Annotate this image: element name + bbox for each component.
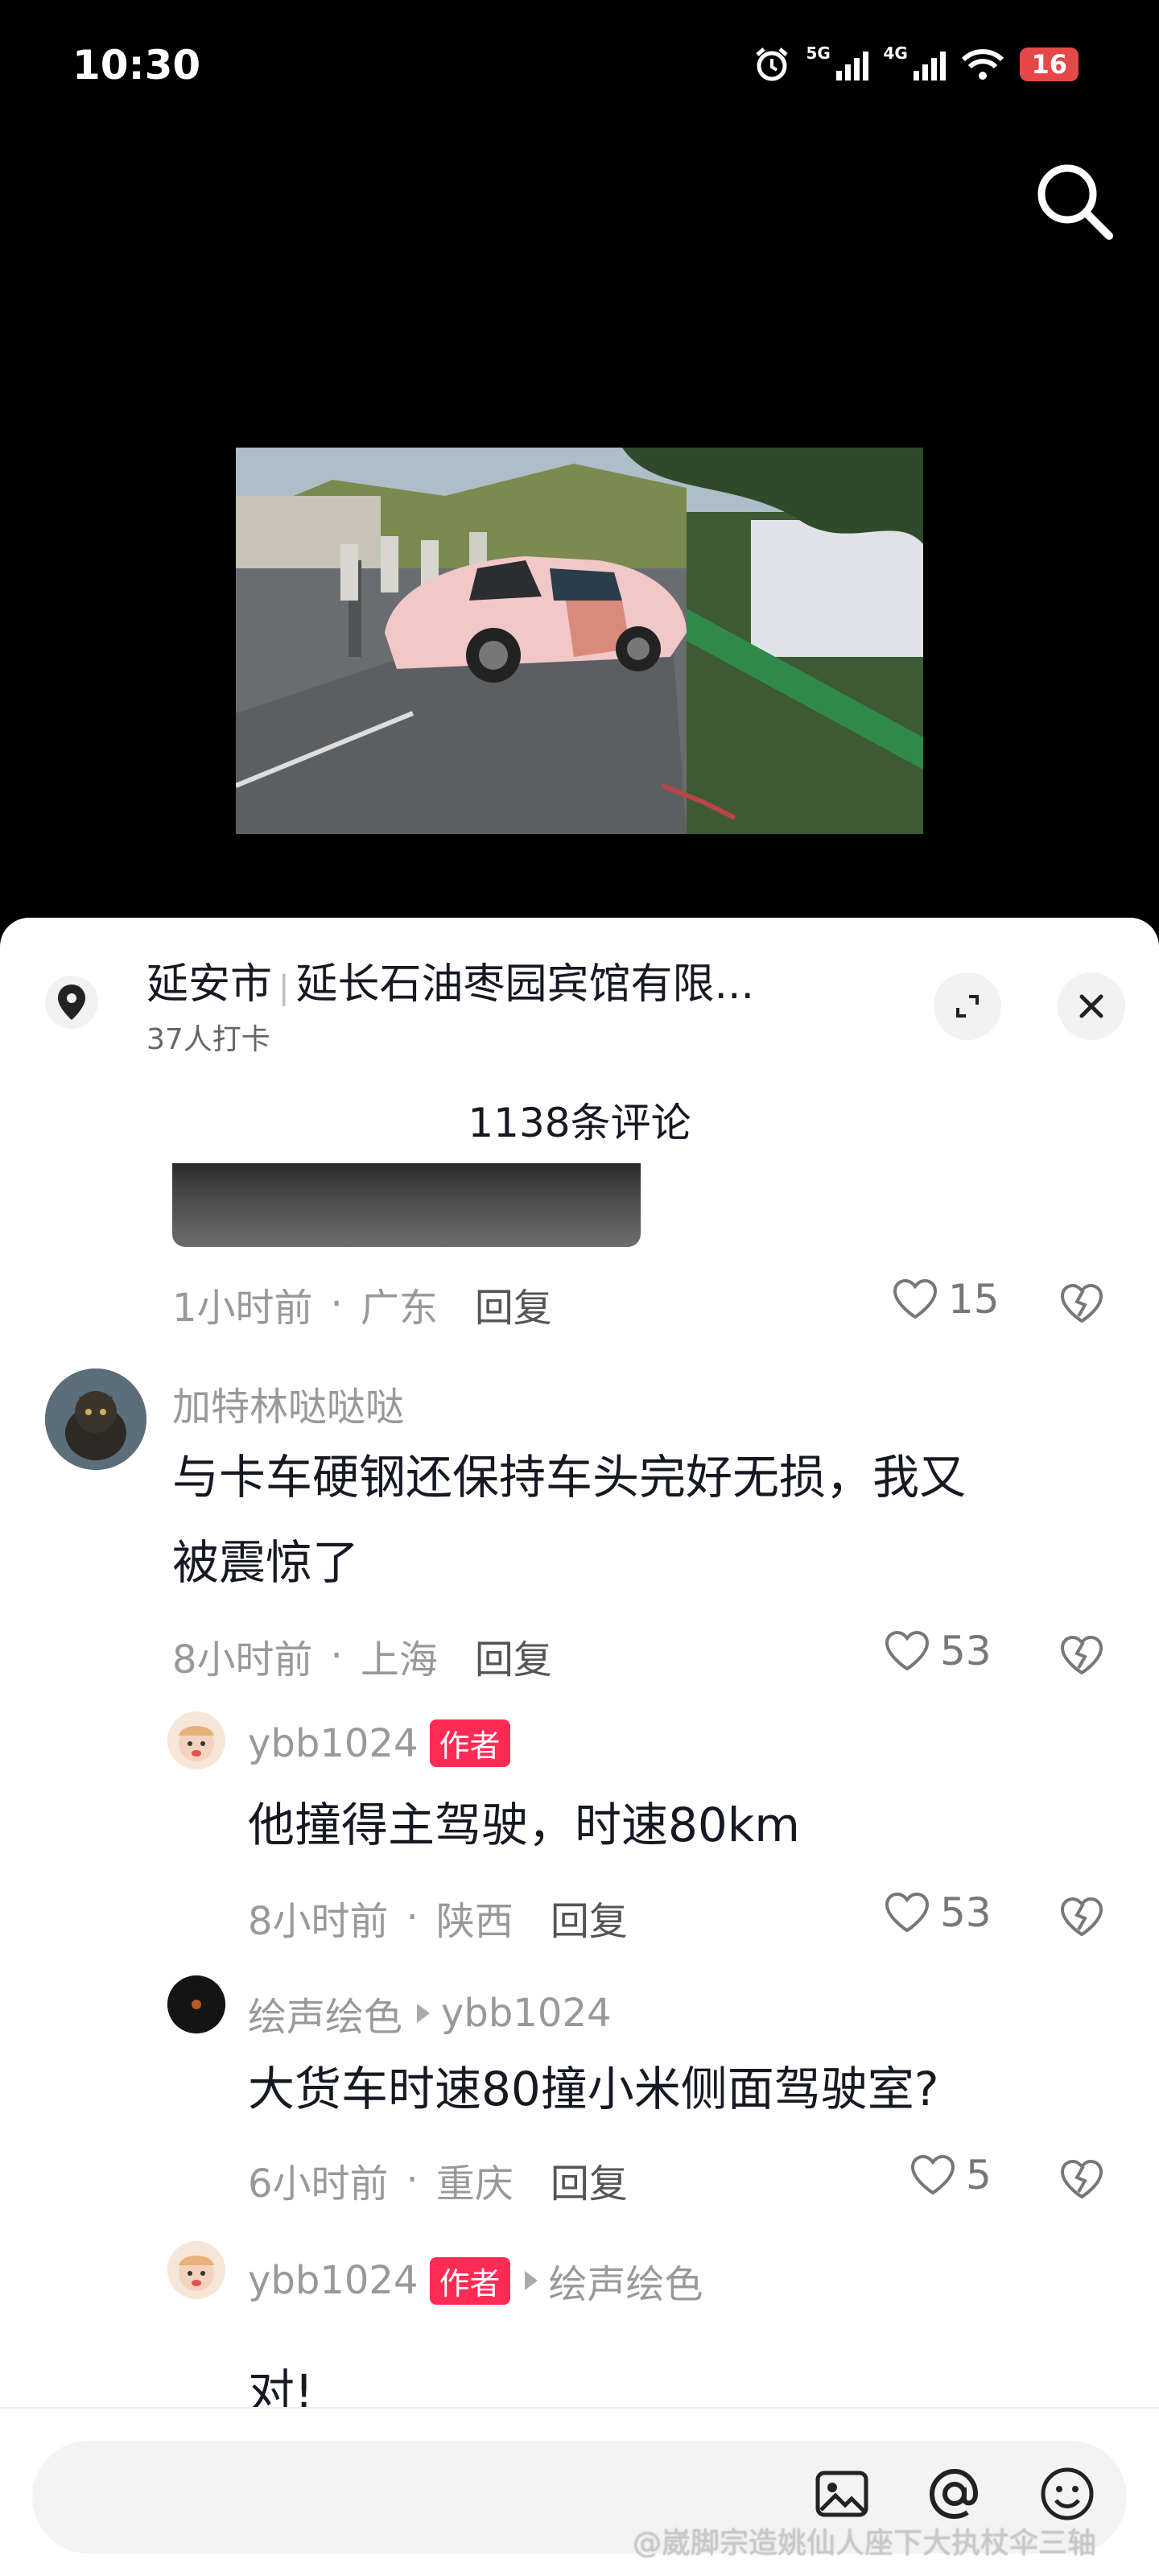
comment-meta: 8小时前 · 上海 回复	[172, 1628, 552, 1684]
status-icons: 5G 4G 16	[753, 43, 1079, 84]
location-pin-icon	[45, 976, 98, 1029]
dislike-heart-icon[interactable]	[1059, 1633, 1104, 1678]
like-button[interactable]: 15	[892, 1276, 1000, 1323]
reply-button[interactable]: 回复	[551, 2152, 628, 2208]
heart-icon	[885, 1892, 930, 1933]
battery-indicator: 16	[1020, 47, 1079, 81]
video-frame-image[interactable]	[236, 448, 923, 834]
at-icon[interactable]	[924, 2463, 985, 2524]
image-icon[interactable]	[811, 2463, 872, 2524]
reply-button[interactable]: 回复	[475, 1276, 552, 1332]
alarm-icon	[756, 47, 789, 81]
expand-button[interactable]	[934, 972, 1001, 1040]
comment-text: 与卡车硬钢还保持车头完好无损，我又	[172, 1450, 967, 1505]
watermark: @崴脚宗造姚仙人座下大执杖伞三轴	[633, 2527, 1097, 2560]
reply-button[interactable]: 回复	[551, 1889, 628, 1946]
emoji-icon[interactable]	[1037, 2463, 1098, 2524]
comment-text: 大货车时速80撞小米侧面驾驶室?	[248, 2062, 939, 2116]
dislike-heart-icon[interactable]	[1059, 2157, 1104, 2202]
comment-meta: 6小时前 · 重庆 回复	[248, 2152, 628, 2208]
location-place: 延长石油枣园宾馆有限...	[295, 960, 755, 1009]
heart-icon	[893, 1278, 938, 1319]
comment-username[interactable]: 加特林哒哒哒	[172, 1375, 404, 1431]
author-badge: 作者	[429, 1719, 510, 1767]
comment-username[interactable]: ybb1024 作者	[248, 1719, 510, 1767]
location-bar[interactable]: 延安市 | 延长石油枣园宾馆有限... 37人打卡	[0, 918, 1159, 1079]
avatar[interactable]	[45, 1368, 146, 1470]
expand-icon	[956, 995, 979, 1018]
close-icon	[1079, 994, 1103, 1018]
dislike-heart-icon[interactable]	[1059, 1281, 1104, 1326]
reply-arrow-icon	[524, 2271, 538, 2290]
like-button[interactable]: 53	[884, 1889, 992, 1936]
close-button[interactable]	[1058, 972, 1125, 1040]
comment-username[interactable]: ybb1024 作者 绘声绘色	[248, 2252, 703, 2309]
comment-text: 他撞得主驾驶，时速80km	[248, 1798, 800, 1852]
signal-4g-icon: 4G	[883, 43, 947, 80]
status-time: 10:30	[72, 42, 201, 89]
avatar[interactable]	[167, 2241, 225, 2299]
reply-button[interactable]: 回复	[475, 1628, 552, 1684]
wifi-icon	[962, 49, 1004, 80]
search-icon[interactable]	[1030, 157, 1119, 246]
reply-arrow-icon	[417, 2004, 431, 2023]
location-checkins: 37人打卡	[146, 1023, 270, 1056]
status-bar: 10:30 5G 4G 16	[0, 0, 1159, 145]
dislike-heart-icon[interactable]	[1059, 1894, 1104, 1939]
comment-list[interactable]: 1小时前 · 广东 回复 15 加特林哒哒哒 与卡车硬钢还保持车头完好无损，我又 被…	[0, 1127, 1159, 2528]
comment-meta: 8小时前 · 陕西 回复	[248, 1889, 628, 1946]
avatar[interactable]	[167, 1711, 225, 1769]
like-button[interactable]: 5	[909, 2152, 992, 2198]
signal-5g-icon: 5G	[806, 43, 869, 80]
author-badge: 作者	[429, 2256, 510, 2305]
heart-icon	[910, 2154, 955, 2195]
comment-username[interactable]: 绘声绘色 ybb1024	[248, 1985, 612, 2041]
comment-image-thumbnail[interactable]	[172, 1163, 641, 1247]
location-city: 延安市	[146, 960, 273, 1009]
comment-sheet: 延安市 | 延长石油枣园宾馆有限... 37人打卡 1138条评论 1小时前 · 广东 …	[0, 918, 1159, 2576]
avatar[interactable]	[167, 1975, 225, 2033]
heart-icon	[885, 1630, 930, 1671]
comment-meta: 1小时前 · 广东 回复	[172, 1276, 552, 1332]
like-button[interactable]: 53	[884, 1628, 992, 1674]
comment-text-continued: 被震惊了	[172, 1535, 360, 1590]
location-title[interactable]: 延安市 | 延长石油枣园宾馆有限...	[146, 950, 754, 1010]
